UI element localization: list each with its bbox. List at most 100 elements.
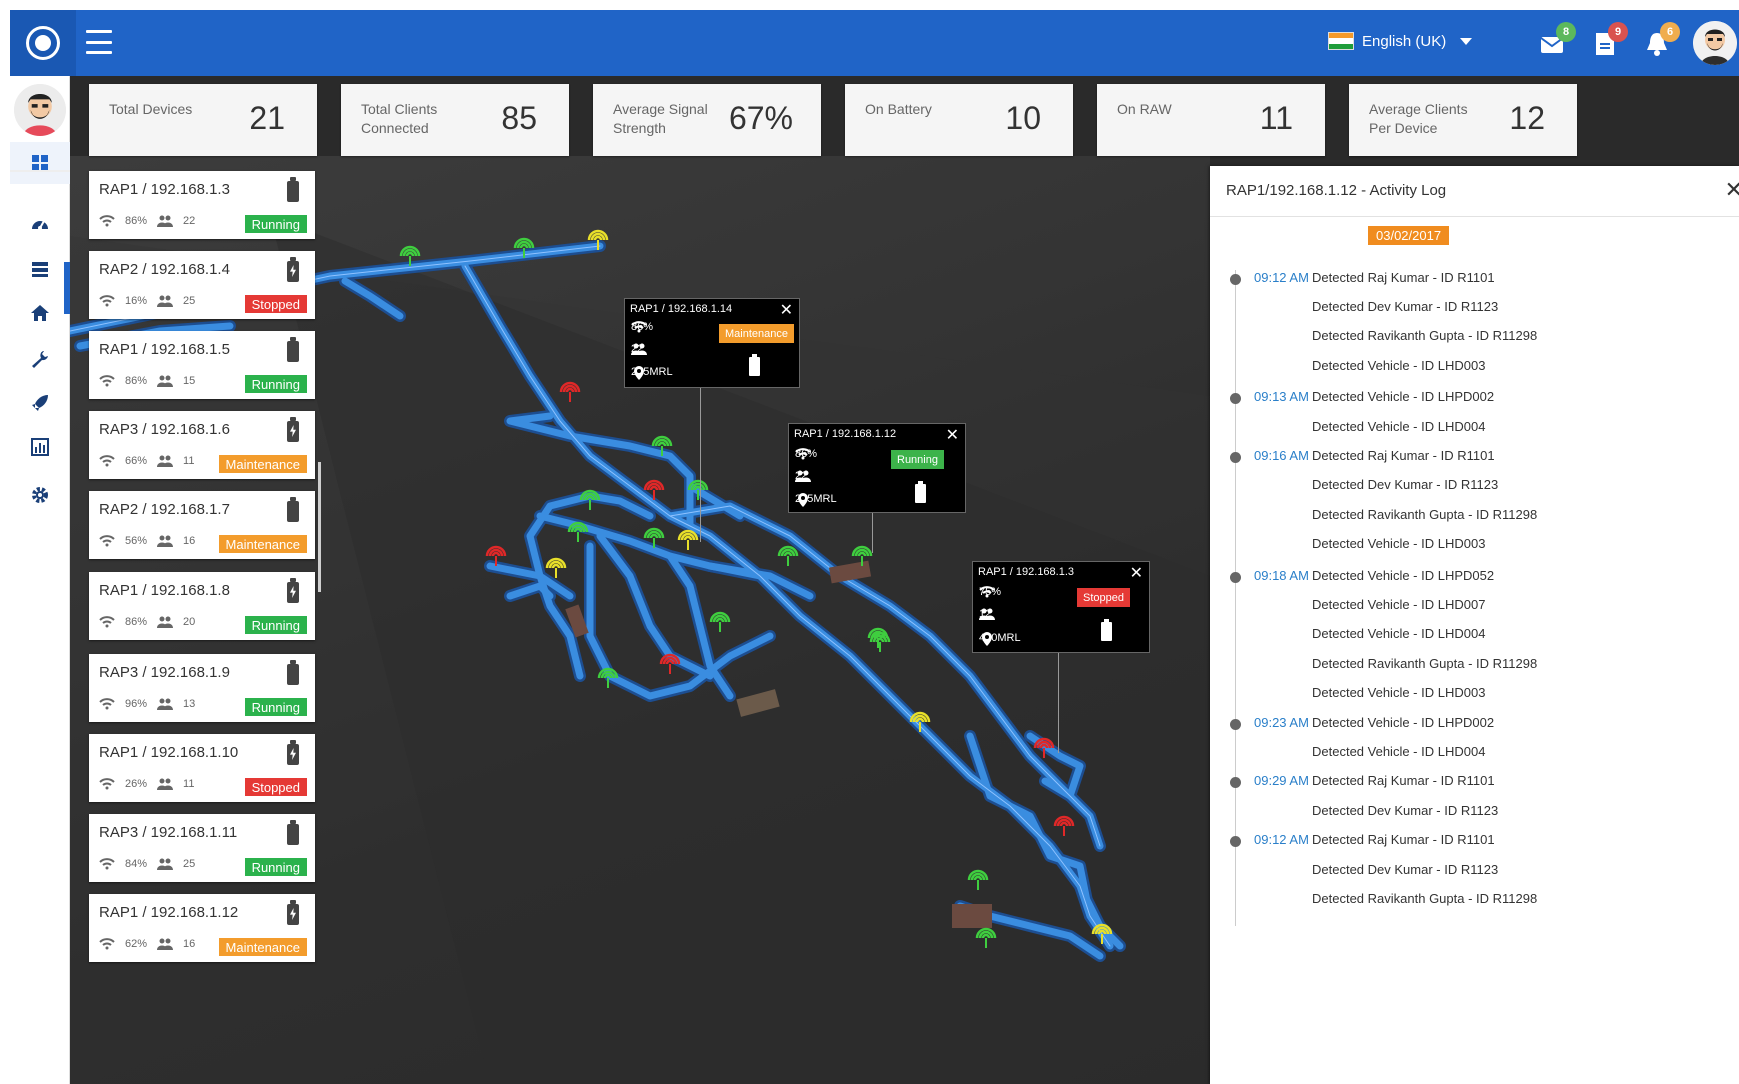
log-entry: Detected Raj Kumar - ID R1101 — [1312, 773, 1495, 788]
nav-settings[interactable] — [10, 474, 70, 516]
device-card[interactable]: RAP2 / 192.168.1.7 56% 16 Maintenance — [89, 491, 315, 559]
device-card[interactable]: RAP1 / 192.168.1.10 26% 11 Stopped — [89, 734, 315, 802]
device-card[interactable]: RAP3 / 192.168.1.6 66% 11 Maintenance — [89, 411, 315, 479]
location-pin-icon — [798, 493, 808, 507]
nav-home[interactable] — [10, 292, 70, 334]
close-icon[interactable]: ✕ — [946, 425, 959, 445]
log-entry: Detected Ravikanth Gupta - ID R11298 — [1312, 656, 1538, 671]
device-status-badge: Stopped — [244, 295, 307, 313]
sidebar-avatar[interactable] — [14, 84, 66, 136]
battery-icon — [287, 497, 299, 522]
battery-icon — [287, 820, 299, 845]
battery-icon — [915, 481, 926, 503]
device-status-badge: Stopped — [244, 778, 307, 796]
nav-reports[interactable] — [10, 426, 70, 468]
popup-1-leader — [700, 388, 701, 542]
stat-total-devices: Total Devices 21 — [89, 84, 317, 156]
log-entry: Detected Raj Kumar - ID R1101 — [1312, 832, 1495, 847]
messages-count-badge: 8 — [1556, 22, 1576, 42]
log-entry: Detected Vehicle - ID LHD003 — [1312, 536, 1486, 551]
device-signal: 86% — [125, 375, 148, 387]
device-name: RAP1 / 192.168.1.5 — [99, 341, 230, 358]
wrench-icon — [32, 351, 48, 368]
device-name: RAP1 / 192.168.1.12 — [99, 904, 239, 921]
users-icon — [157, 698, 174, 710]
users-icon — [157, 535, 174, 547]
stat-on-raw: On RAW 11 — [1097, 84, 1325, 156]
close-icon[interactable]: ✕ — [1130, 563, 1143, 583]
device-signal: 96% — [125, 698, 148, 710]
battery-icon — [287, 578, 299, 603]
device-meta: 66% 11 — [99, 455, 194, 467]
language-selector[interactable]: English (UK) — [1328, 32, 1473, 50]
device-name: RAP1 / 192.168.1.3 — [99, 181, 230, 198]
device-name: RAP1 / 192.168.1.8 — [99, 582, 230, 599]
popup-signal: 86% — [631, 321, 653, 333]
menu-toggle-icon[interactable] — [86, 30, 112, 54]
timeline-dot — [1230, 836, 1241, 847]
home-icon — [31, 305, 49, 321]
user-avatar[interactable] — [1693, 21, 1737, 65]
nav-deploy[interactable] — [10, 382, 70, 424]
close-icon[interactable]: ✕ — [1725, 177, 1739, 203]
wifi-icon — [795, 448, 811, 460]
battery-icon — [287, 257, 299, 282]
device-card[interactable]: RAP3 / 192.168.1.9 96% 13 Running — [89, 654, 315, 722]
nav-dashboard[interactable] — [10, 142, 70, 184]
device-clients: 20 — [183, 616, 196, 628]
popup-status-badge: Running — [891, 450, 944, 469]
alerts-button[interactable]: 6 — [1642, 22, 1680, 58]
device-meta: 16% 25 — [99, 295, 195, 307]
device-clients: 16 — [183, 938, 196, 950]
device-card[interactable]: RAP1 / 192.168.1.12 62% 16 Maintenance — [89, 894, 315, 962]
log-entry: Detected Dev Kumar - ID R1123 — [1312, 299, 1499, 314]
popup-signal: 75% — [979, 586, 1001, 598]
device-signal: 26% — [125, 778, 148, 790]
sidebar-divider — [10, 170, 70, 172]
device-status-badge: Maintenance — [218, 938, 307, 956]
device-list-scrollbar[interactable] — [318, 462, 321, 592]
log-entry: Detected Raj Kumar - ID R1101 — [1312, 270, 1495, 285]
stat-label: Average Signal Strength — [613, 101, 708, 136]
timeline-dot — [1230, 393, 1241, 404]
device-signal: 84% — [125, 858, 148, 870]
device-meta: 62% 16 — [99, 938, 195, 950]
app-logo[interactable] — [10, 10, 76, 76]
log-entry: Detected Vehicle - ID LHPD002 — [1312, 389, 1495, 404]
user-avatar-icon — [14, 84, 66, 136]
popup-clients: 22 — [795, 470, 811, 482]
device-card[interactable]: RAP3 / 192.168.1.11 84% 25 Running — [89, 814, 315, 882]
device-meta: 86% 20 — [99, 616, 195, 628]
device-popup-2[interactable]: RAP1 / 192.168.1.12 ✕ 86% 22 205MRL Runn… — [788, 423, 966, 513]
language-label: English (UK) — [1362, 32, 1447, 50]
device-card[interactable]: RAP1 / 192.168.1.5 86% 15 Running — [89, 331, 315, 399]
activity-log-title: RAP1/192.168.1.12 - Activity Log — [1226, 182, 1447, 199]
nav-speedometer[interactable] — [10, 204, 70, 246]
device-popup-3[interactable]: RAP1 / 192.168.1.3 ✕ 75% 12 410MRL Stopp… — [972, 561, 1150, 653]
device-popup-1[interactable]: RAP1 / 192.168.1.14 ✕ 86% 22 205MRL Main… — [624, 298, 800, 388]
users-icon — [631, 343, 647, 355]
users-icon — [157, 616, 174, 628]
app-frame: English (UK) 8 9 6 RAP1 / 192.168.1.14 ✕… — [10, 10, 1739, 1084]
messages-button[interactable]: 8 — [1538, 22, 1576, 58]
device-signal: 86% — [125, 616, 148, 628]
log-time: 09:12 AM — [1254, 270, 1309, 285]
device-signal: 62% — [125, 938, 148, 950]
popup-location: 205MRL — [795, 493, 837, 507]
documents-button[interactable]: 9 — [1590, 22, 1628, 58]
device-signal: 86% — [125, 215, 148, 227]
device-card[interactable]: RAP2 / 192.168.1.4 16% 25 Stopped — [89, 251, 315, 319]
device-status-badge: Running — [244, 858, 307, 876]
popup-clients: 22 — [631, 343, 647, 355]
nav-tools[interactable] — [10, 338, 70, 380]
close-icon[interactable]: ✕ — [780, 300, 793, 320]
stat-value: 11 — [1259, 100, 1293, 136]
device-clients: 11 — [183, 778, 195, 790]
device-card[interactable]: RAP1 / 192.168.1.8 86% 20 Running — [89, 572, 315, 640]
device-signal: 66% — [125, 455, 148, 467]
wifi-icon — [99, 375, 115, 387]
device-card[interactable]: RAP1 / 192.168.1.3 86% 22 Running — [89, 171, 315, 239]
stat-label: Total Devices — [109, 101, 193, 117]
device-meta: 86% 15 — [99, 375, 195, 387]
nav-server[interactable] — [10, 248, 70, 290]
